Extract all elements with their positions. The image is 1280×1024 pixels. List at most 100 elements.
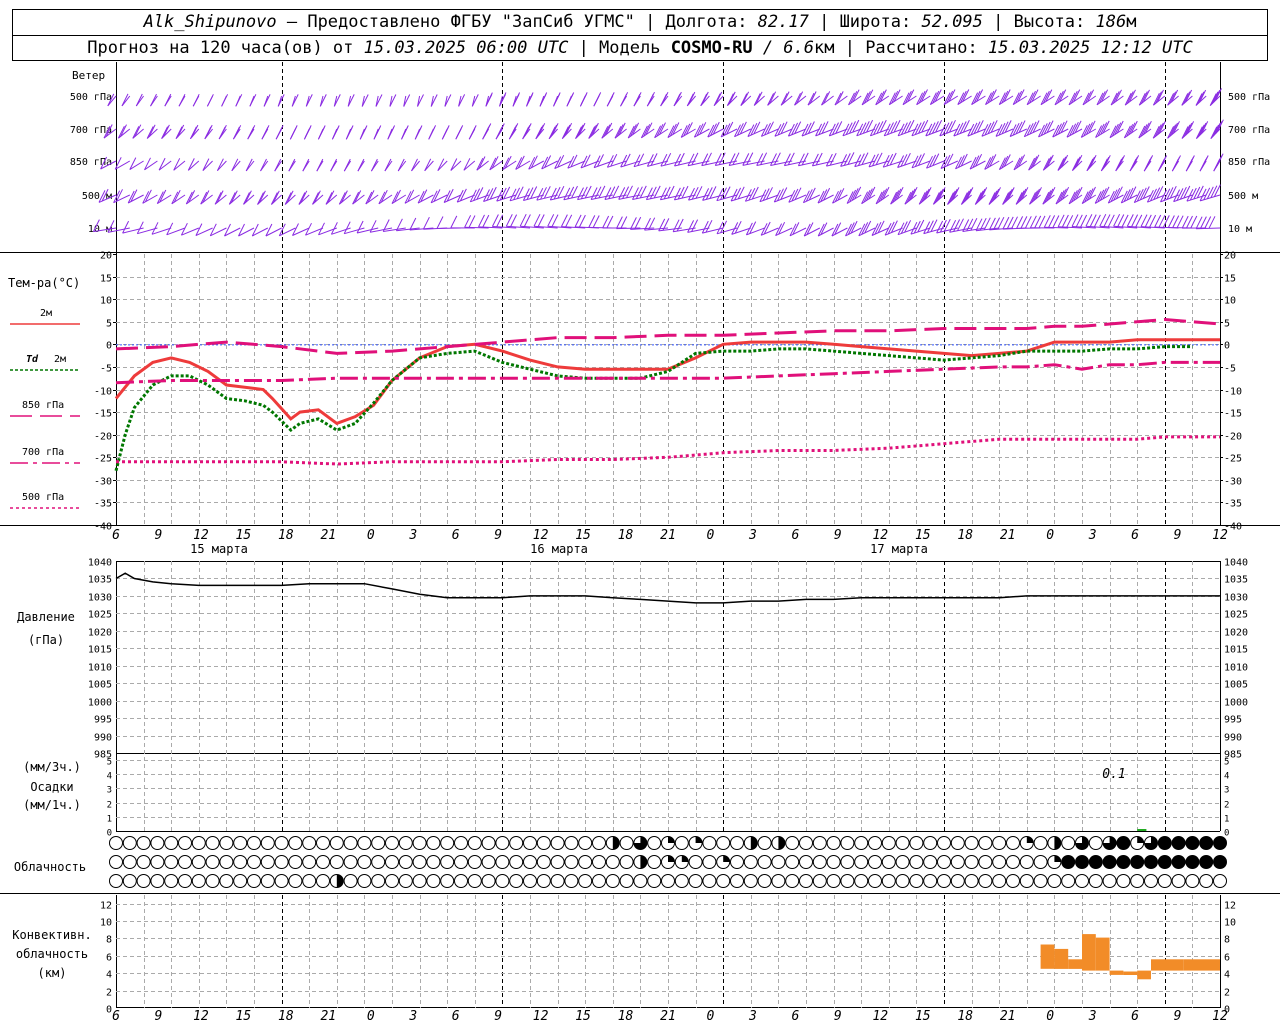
cloud-cell	[1185, 855, 1200, 869]
cloud-circle	[343, 855, 358, 869]
cloud-cell	[136, 836, 151, 850]
cloud-cell	[840, 855, 855, 869]
wind-barb-flag	[187, 158, 195, 171]
wind-barb	[1042, 194, 1055, 205]
pressure-tick-left: 1010	[88, 663, 112, 674]
cloud-cell	[771, 836, 786, 850]
wind-barb-flag	[939, 219, 947, 233]
cloud-fill	[681, 855, 689, 862]
cloud-circle	[771, 855, 786, 869]
wind-label: Ветер	[72, 69, 105, 82]
precip-tick-right: 5	[1224, 758, 1229, 768]
cloud-cell	[288, 855, 303, 869]
cloud-circle	[302, 874, 317, 888]
cloud-cell	[992, 874, 1007, 888]
conv-tick-right: 0	[1224, 1005, 1230, 1016]
cloud-cell	[868, 874, 882, 888]
cloud-circle	[1006, 874, 1020, 888]
cloud-cell	[619, 855, 634, 869]
cloud-fill	[723, 855, 730, 862]
cloud-circle	[674, 836, 689, 850]
cloud-circle	[136, 855, 151, 869]
cloud-cell	[164, 836, 179, 850]
cloud-cell	[1199, 836, 1214, 850]
cloud-cell	[743, 836, 758, 850]
cloud-circle	[426, 874, 441, 888]
cloud-circle	[578, 874, 593, 888]
precip-tick-right: 4	[1224, 772, 1229, 782]
cloud-circle	[260, 855, 275, 869]
x-tick-label: 6	[1131, 1009, 1139, 1024]
cloud-circle	[481, 855, 496, 869]
wind-level-left: 500 м	[82, 191, 112, 202]
wind-barb-flag	[604, 187, 612, 200]
cloud-cell	[633, 874, 648, 888]
wind-barb-flag	[649, 186, 657, 200]
wind-barb-flag	[780, 93, 788, 106]
cloud-cell	[1213, 874, 1227, 888]
cloud-circle	[495, 874, 510, 888]
cloud-circle	[523, 874, 537, 888]
wind-barb-flag	[580, 92, 588, 105]
cloud-cell	[523, 836, 537, 850]
x-tick-label: 3	[1088, 528, 1097, 543]
temp-tick-left: 10	[100, 296, 112, 307]
cloud-cell	[881, 874, 896, 888]
wind-barb-flag	[691, 186, 699, 200]
cloud-cell	[757, 836, 772, 850]
wind-level-right: 10 м	[1228, 224, 1252, 235]
wind-barb-flag	[728, 153, 736, 166]
temp-tick-right: 20	[1224, 251, 1236, 262]
conv-bar	[1137, 970, 1151, 980]
x-tick-label: 18	[278, 1009, 294, 1024]
conv-tick-right: 2	[1224, 988, 1230, 999]
wind-barb-flag	[485, 92, 493, 105]
cloud-circle	[274, 874, 289, 888]
cloud-cell	[661, 855, 675, 869]
wind-barb-flag	[648, 91, 655, 105]
cloud-cell	[1102, 855, 1117, 869]
cloud-cell	[923, 855, 938, 869]
wind-barb-flag	[260, 158, 267, 172]
cloud-cell	[1033, 855, 1048, 869]
cloud-circle	[302, 836, 317, 850]
cloud-fill	[695, 836, 703, 843]
cloud-cell	[633, 836, 648, 850]
cloud-circle	[743, 874, 758, 888]
cloud-cell	[371, 836, 386, 850]
wind-barb-flag	[653, 185, 661, 199]
cloud-cell	[1185, 836, 1200, 850]
cloud-circle	[1033, 855, 1048, 869]
cloud-circle	[247, 874, 261, 888]
pressure-tick-right: 1015	[1224, 645, 1248, 656]
cloud-cell	[205, 855, 220, 869]
cloud-cell	[343, 855, 358, 869]
precip-tick-left: 5	[107, 758, 112, 768]
cloud-circle	[371, 836, 386, 850]
wind-barb	[614, 128, 627, 139]
precip-tick-left: 2	[107, 801, 112, 811]
cloud-cell	[440, 836, 455, 850]
cloud-cell	[1171, 836, 1186, 850]
cloud-circle	[495, 836, 510, 850]
x-tick-label: 18	[618, 528, 634, 543]
cloud-circle	[881, 874, 896, 888]
wind-barb-flag	[370, 158, 378, 172]
cloud-cell	[164, 855, 179, 869]
cloud-cell	[647, 855, 662, 869]
wind-barb-flag	[825, 153, 833, 167]
wind-barb-flag	[815, 152, 823, 166]
wind-barb-flag	[557, 185, 565, 199]
cloud-cell	[785, 874, 800, 888]
cloud-cell	[854, 836, 869, 850]
wind-barb-flag	[374, 125, 382, 138]
x-tick-label: 18	[618, 1009, 634, 1024]
cloud-cell	[481, 874, 496, 888]
cloud-circle	[757, 836, 772, 850]
cloud-cell	[1075, 874, 1089, 888]
cloud-cell	[868, 855, 882, 869]
wind-barb-flag	[333, 94, 341, 107]
cloud-circle	[109, 874, 123, 888]
cloud-cell	[716, 874, 731, 888]
x-axis-bottom: 6 9 12 15 18 21 0 3 6 9 12 15 18 21 0 3 6 9 12 15 18 21 0 3 6 9 12	[112, 1009, 1228, 1024]
